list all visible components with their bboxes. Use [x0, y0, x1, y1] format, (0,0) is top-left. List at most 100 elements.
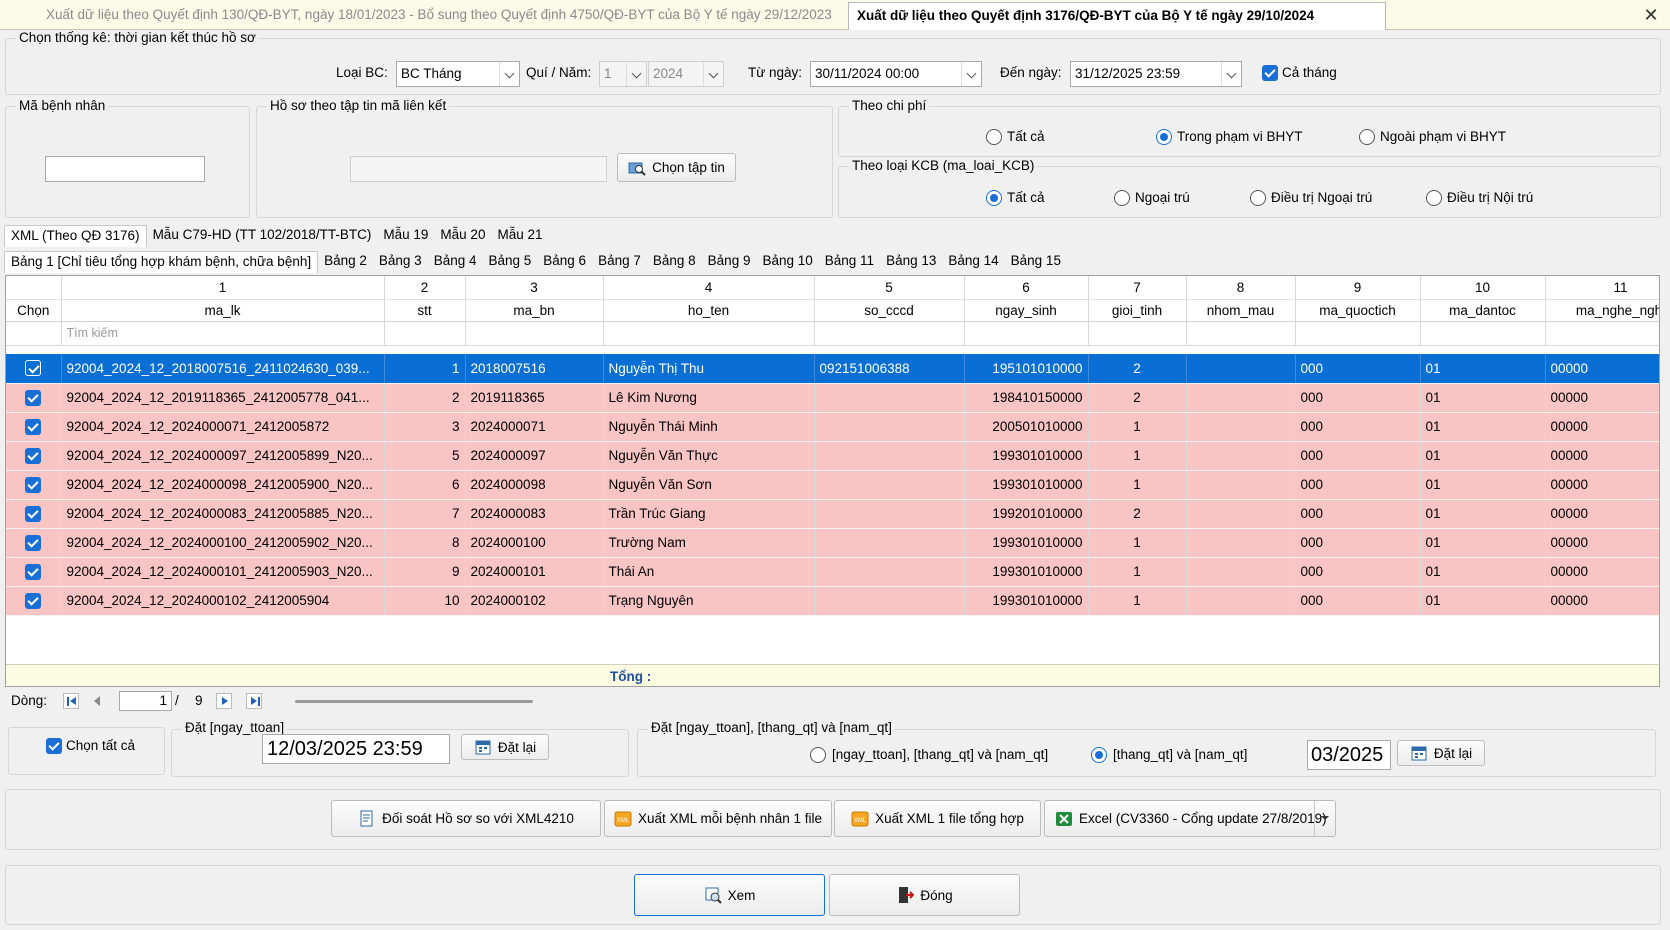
qt-option-all-radio[interactable]: [810, 747, 826, 763]
nam-select[interactable]: 2024: [648, 61, 724, 87]
search-cell[interactable]: [964, 321, 1089, 346]
column-header[interactable]: nhom_mau: [1186, 299, 1296, 322]
tab-bang-5[interactable]: Bảng 5: [482, 251, 537, 273]
tab-bang-14[interactable]: Bảng 14: [942, 251, 1004, 273]
column-header[interactable]: ma_lk: [61, 299, 385, 322]
excel-dropdown-chevron-icon[interactable]: [1314, 801, 1335, 836]
search-cell[interactable]: [1545, 321, 1659, 346]
view-button[interactable]: Xem: [634, 874, 825, 916]
table-row[interactable]: 92004_2024_12_2024000101_2412005903_N20.…: [6, 557, 1659, 587]
kcb-ngoai-tru-radio[interactable]: [1114, 190, 1130, 206]
row-checkbox[interactable]: [25, 476, 42, 493]
column-header[interactable]: Chọn: [6, 299, 62, 322]
table-row[interactable]: 92004_2024_12_2024000097_2412005899_N20.…: [6, 441, 1659, 471]
table-row[interactable]: 92004_2024_12_2024000098_2412005900_N20.…: [6, 470, 1659, 500]
kcb-all-radio[interactable]: [986, 190, 1002, 206]
search-cell[interactable]: [1420, 321, 1546, 346]
tab-bang-3[interactable]: Bảng 3: [373, 251, 428, 273]
table-row[interactable]: 92004_2024_12_2024000100_2412005902_N20.…: [6, 528, 1659, 558]
table-row[interactable]: 92004_2024_12_2024000071_2412005872 3 2024…: [6, 412, 1659, 442]
search-cell[interactable]: [1088, 321, 1187, 346]
tab-bang-7[interactable]: Bảng 7: [592, 251, 647, 273]
chevron-down-icon[interactable]: [499, 62, 519, 86]
search-cell[interactable]: [1295, 321, 1421, 346]
tab-mau-19[interactable]: Mẫu 19: [377, 225, 434, 247]
tab-bang-6[interactable]: Bảng 6: [537, 251, 592, 273]
table-row[interactable]: 92004_2024_12_2019118365_2412005778_041.…: [6, 383, 1659, 413]
tab-bang-1[interactable]: Bảng 1 [Chỉ tiêu tổng hợp khám bệnh, chữ…: [4, 251, 319, 273]
tab-bang-13[interactable]: Bảng 13: [880, 251, 942, 273]
chevron-down-icon[interactable]: [703, 62, 723, 86]
select-all-checkbox[interactable]: [46, 738, 62, 754]
chevron-down-icon[interactable]: [961, 62, 981, 86]
kcb-dt-noi-tru-radio[interactable]: [1426, 190, 1442, 206]
next-page-icon[interactable]: [216, 693, 232, 709]
row-checkbox[interactable]: [25, 447, 42, 464]
tab-bang-4[interactable]: Bảng 4: [428, 251, 483, 273]
cost-out-bhyt-radio[interactable]: [1359, 129, 1375, 145]
search-input[interactable]: Tìm kiếm: [61, 321, 385, 346]
chevron-down-icon[interactable]: [626, 62, 646, 86]
page-number-input[interactable]: 1: [119, 691, 172, 711]
table-row[interactable]: 92004_2024_12_2024000102_2412005904 10 202…: [6, 586, 1659, 616]
row-checkbox[interactable]: [25, 592, 42, 609]
search-cell[interactable]: [603, 321, 815, 346]
row-checkbox[interactable]: [25, 505, 42, 522]
tab-bang-10[interactable]: Bảng 10: [756, 251, 818, 273]
tab-qd-3176[interactable]: Xuất dữ liệu theo Quyết định 3176/QĐ-BYT…: [848, 2, 1386, 30]
tab-mau-c79[interactable]: Mẫu C79-HD (TT 102/2018/TT-BTC): [147, 225, 378, 247]
tab-bang-11[interactable]: Bảng 11: [819, 251, 880, 273]
quy-select[interactable]: 1: [599, 61, 647, 87]
prev-page-icon[interactable]: [89, 693, 105, 709]
tab-mau-21[interactable]: Mẫu 21: [491, 225, 548, 247]
qt-reset-button[interactable]: Đặt lại: [1397, 740, 1485, 766]
column-header[interactable]: ma_dantoc: [1420, 299, 1546, 322]
column-header[interactable]: so_cccd: [814, 299, 965, 322]
compare-xml4210-button[interactable]: Đối soát Hồ sơ so với XML4210: [331, 800, 601, 837]
chevron-down-icon[interactable]: [1221, 62, 1241, 86]
column-header[interactable]: ma_bn: [465, 299, 604, 322]
column-header[interactable]: ngay_sinh: [964, 299, 1089, 322]
tab-mau-20[interactable]: Mẫu 20: [434, 225, 491, 247]
cost-in-bhyt-radio[interactable]: [1156, 129, 1172, 145]
export-xml-one-button[interactable]: XML Xuất XML 1 file tổng hợp: [834, 800, 1041, 837]
table-row[interactable]: 92004_2024_12_2018007516_2411024630_039.…: [6, 354, 1659, 384]
row-checkbox[interactable]: [25, 534, 42, 551]
patient-id-input[interactable]: [45, 156, 205, 182]
export-xml-each-button[interactable]: XML Xuất XML mỗi bệnh nhân 1 file: [604, 800, 832, 837]
cost-all-radio[interactable]: [986, 129, 1002, 145]
horizontal-scrollbar[interactable]: [295, 700, 533, 703]
row-checkbox[interactable]: [25, 563, 42, 580]
den-ngay-picker[interactable]: 31/12/2025 23:59: [1070, 61, 1242, 87]
close-button[interactable]: Đóng: [829, 874, 1020, 916]
kcb-dt-ngoai-tru-radio[interactable]: [1250, 190, 1266, 206]
ca-thang-checkbox[interactable]: [1262, 65, 1278, 81]
search-cell[interactable]: [1186, 321, 1296, 346]
file-path-input[interactable]: [350, 156, 607, 182]
column-header[interactable]: stt: [384, 299, 466, 322]
search-cell[interactable]: [814, 321, 965, 346]
last-page-icon[interactable]: [246, 693, 262, 709]
column-header[interactable]: ma_nghe_nghi: [1545, 299, 1659, 322]
search-cell[interactable]: [384, 321, 466, 346]
row-checkbox[interactable]: [25, 418, 42, 435]
tab-xml-3176[interactable]: XML (Theo QĐ 3176): [4, 225, 147, 247]
tab-bang-8[interactable]: Bảng 8: [647, 251, 702, 273]
row-checkbox[interactable]: [25, 360, 42, 377]
tu-ngay-picker[interactable]: 30/11/2024 00:00: [810, 61, 982, 87]
tab-bang-9[interactable]: Bảng 9: [702, 251, 757, 273]
thang-nam-qt-input[interactable]: 03/2025: [1307, 740, 1391, 770]
search-cell[interactable]: [465, 321, 604, 346]
tab-qd-130[interactable]: Xuất dữ liệu theo Quyết định 130/QĐ-BYT,…: [38, 2, 840, 30]
ngay-ttoan-input[interactable]: 12/03/2025 23:59: [262, 734, 450, 764]
tab-bang-2[interactable]: Bảng 2: [318, 251, 373, 273]
table-row[interactable]: 92004_2024_12_2024000083_2412005885_N20.…: [6, 499, 1659, 529]
tab-bang-15[interactable]: Bảng 15: [1005, 251, 1067, 273]
excel-export-button[interactable]: Excel (CV3360 - Cổng update 27/8/2019): [1044, 800, 1336, 837]
loai-bc-select[interactable]: BC Tháng: [396, 61, 520, 87]
ttoan-reset-button[interactable]: Đặt lại: [461, 734, 549, 760]
close-icon[interactable]: ✕: [1640, 3, 1662, 27]
column-header[interactable]: gioi_tinh: [1088, 299, 1187, 322]
column-header[interactable]: ma_quoctich: [1295, 299, 1421, 322]
first-page-icon[interactable]: [63, 693, 79, 709]
